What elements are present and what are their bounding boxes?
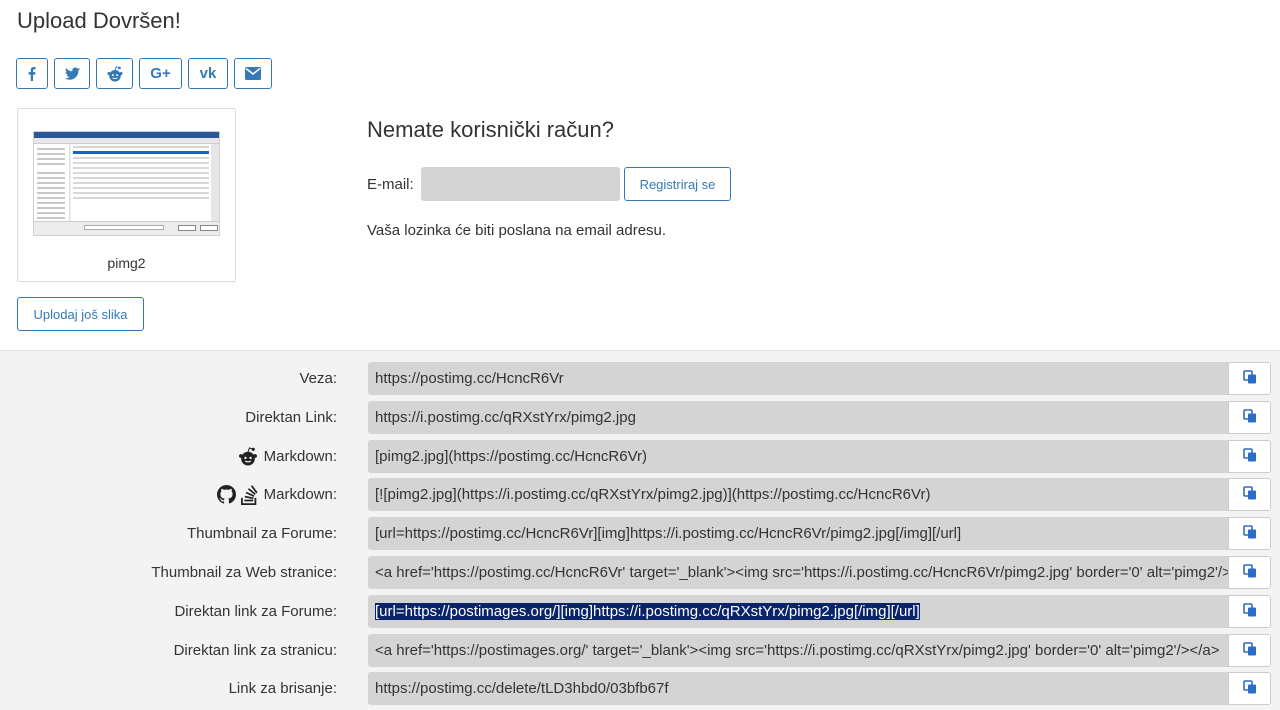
copy-icon [1242,602,1257,620]
facebook-share-button[interactable] [16,58,48,89]
link-label-text: Veza: [299,370,337,387]
link-label-text: Markdown: [263,486,337,504]
github-icon [216,485,236,504]
link-label: Direktan link za Forume: [174,595,337,628]
link-value-text: [![pimg2.jpg](https://i.postimg.cc/qRXst… [375,486,931,504]
copy-button[interactable] [1228,400,1271,434]
links-panel: Veza: https://postimg.cc/HcncR6Vr Direktan… [0,350,1280,710]
link-value-field[interactable]: [url=https://postimages.org/][img]https:… [368,594,1228,628]
page-title: Upload Dovršen! [17,8,181,33]
googleplus-icon: G+ [150,65,171,82]
link-label: Link za brisanje: [229,672,337,705]
link-row-direktan-link: Direktan Link: https://i.postimg.cc/qRXst… [0,400,1280,434]
link-value-field[interactable]: https://postimg.cc/HcncR6Vr [368,362,1228,395]
copy-button[interactable] [1228,556,1271,589]
account-title: Nemate korisnički račun? [367,117,614,142]
link-label-text: Direktan link za Forume: [174,602,337,620]
link-value-text: [url=https://postimg.cc/HcncR6Vr][img]ht… [375,525,962,543]
vk-icon: vk [199,65,217,82]
link-label-text: Link za brisanje: [228,680,337,698]
copy-button[interactable] [1228,672,1271,706]
link-value-text: <a href='https://postimages.org/' target… [375,641,1220,659]
link-row-thumbnail-forum: Thumbnail za Forume: [url=https://postimg… [0,517,1280,551]
twitter-icon [64,67,80,81]
link-value-text: <a href='https://postimg.cc/HcncR6Vr' ta… [375,564,1228,581]
link-label: Thumbnail za Web stranice: [151,556,337,589]
copy-button[interactable] [1228,633,1271,667]
copy-button[interactable] [1228,362,1271,395]
link-row-direct-forum: Direktan link za Forume: [url=https://pos… [0,594,1280,628]
copy-icon [1242,408,1257,426]
twitter-share-button[interactable] [54,58,90,89]
copy-icon [1242,486,1257,503]
thumbnail-name: pimg2 [107,255,146,271]
link-label: Direktan Link: [245,401,337,434]
link-value-text: https://i.postimg.cc/qRXstYrx/pimg2.jpg [375,408,636,426]
email-share-button[interactable] [234,58,272,89]
password-note: Vaša lozinka će biti poslana na email ad… [367,222,667,239]
copy-icon [1242,447,1257,465]
reddit-icon [237,446,259,466]
link-value-field[interactable]: [![pimg2.jpg](https://i.postimg.cc/qRXst… [368,478,1228,512]
link-row-direct-page: Direktan link za stranicu: <a href='https… [0,633,1280,667]
facebook-icon [25,66,39,81]
copy-icon [1242,370,1257,387]
link-label: Markdown: [216,478,337,511]
thumbnail-card[interactable]: pimg2 [17,108,236,282]
link-value-field[interactable]: [url=https://postimg.cc/HcncR6Vr][img]ht… [368,517,1228,551]
link-value-field[interactable]: https://postimg.cc/delete/tLD3hbd0/03bfb… [368,672,1228,706]
copy-button[interactable] [1228,478,1271,512]
email-label: E-mail: [367,176,414,193]
stackoverflow-icon [240,485,259,505]
link-value-text: [url=https://postimages.org/][img]https:… [375,602,920,620]
link-label-text: Direktan link za stranicu: [173,641,337,659]
link-row-github-markdown: Markdown: [![pimg2.jpg](https://i.postimg… [0,478,1280,512]
link-label-text: Markdown: [263,447,337,465]
link-label-text: Direktan Link: [245,408,337,426]
link-label-text: Thumbnail za Web stranice: [151,564,337,581]
copy-icon [1242,680,1257,697]
link-value-text: [pimg2.jpg](https://postimg.cc/HcncR6Vr) [375,447,648,465]
copy-button[interactable] [1228,517,1271,551]
upload-more-button[interactable]: Uplodaj još slika [17,297,144,331]
googleplus-share-button[interactable]: G+ [139,58,182,89]
link-value-field[interactable]: <a href='https://postimages.org/' target… [368,633,1228,667]
link-label: Direktan link za stranicu: [174,634,337,667]
link-label: Thumbnail za Forume: [187,517,337,550]
link-row-reddit-markdown: Markdown: [pimg2.jpg](https://postimg.cc/… [0,439,1280,473]
link-value-field[interactable]: <a href='https://postimg.cc/HcncR6Vr' ta… [368,556,1228,589]
reddit-icon [106,65,124,82]
link-label-text: Thumbnail za Forume: [186,525,337,543]
link-value-text: https://postimg.cc/HcncR6Vr [375,370,564,387]
link-row-veza: Veza: https://postimg.cc/HcncR6Vr [0,362,1280,395]
register-button[interactable]: Registriraj se [624,167,731,201]
envelope-icon [245,67,261,80]
link-value-field[interactable]: [pimg2.jpg](https://postimg.cc/HcncR6Vr) [368,439,1228,473]
link-label: Veza: [299,362,337,395]
vk-share-button[interactable]: vk [188,58,228,89]
copy-icon [1242,564,1257,581]
link-value-text: https://postimg.cc/delete/tLD3hbd0/03bfb… [375,680,669,698]
share-buttons: G+ vk [16,58,272,89]
link-value-field[interactable]: https://i.postimg.cc/qRXstYrx/pimg2.jpg [368,400,1228,434]
link-row-delete: Link za brisanje: https://postimg.cc/dele… [0,672,1280,706]
copy-button[interactable] [1228,594,1271,628]
email-input[interactable] [421,167,620,201]
link-label: Markdown: [237,440,337,473]
copy-icon [1242,641,1257,659]
thumbnail-image[interactable] [33,131,220,236]
copy-icon [1242,525,1257,542]
reddit-share-button[interactable] [96,58,133,89]
copy-button[interactable] [1228,439,1271,473]
link-row-thumbnail-web: Thumbnail za Web stranice: <a href='https… [0,556,1280,589]
